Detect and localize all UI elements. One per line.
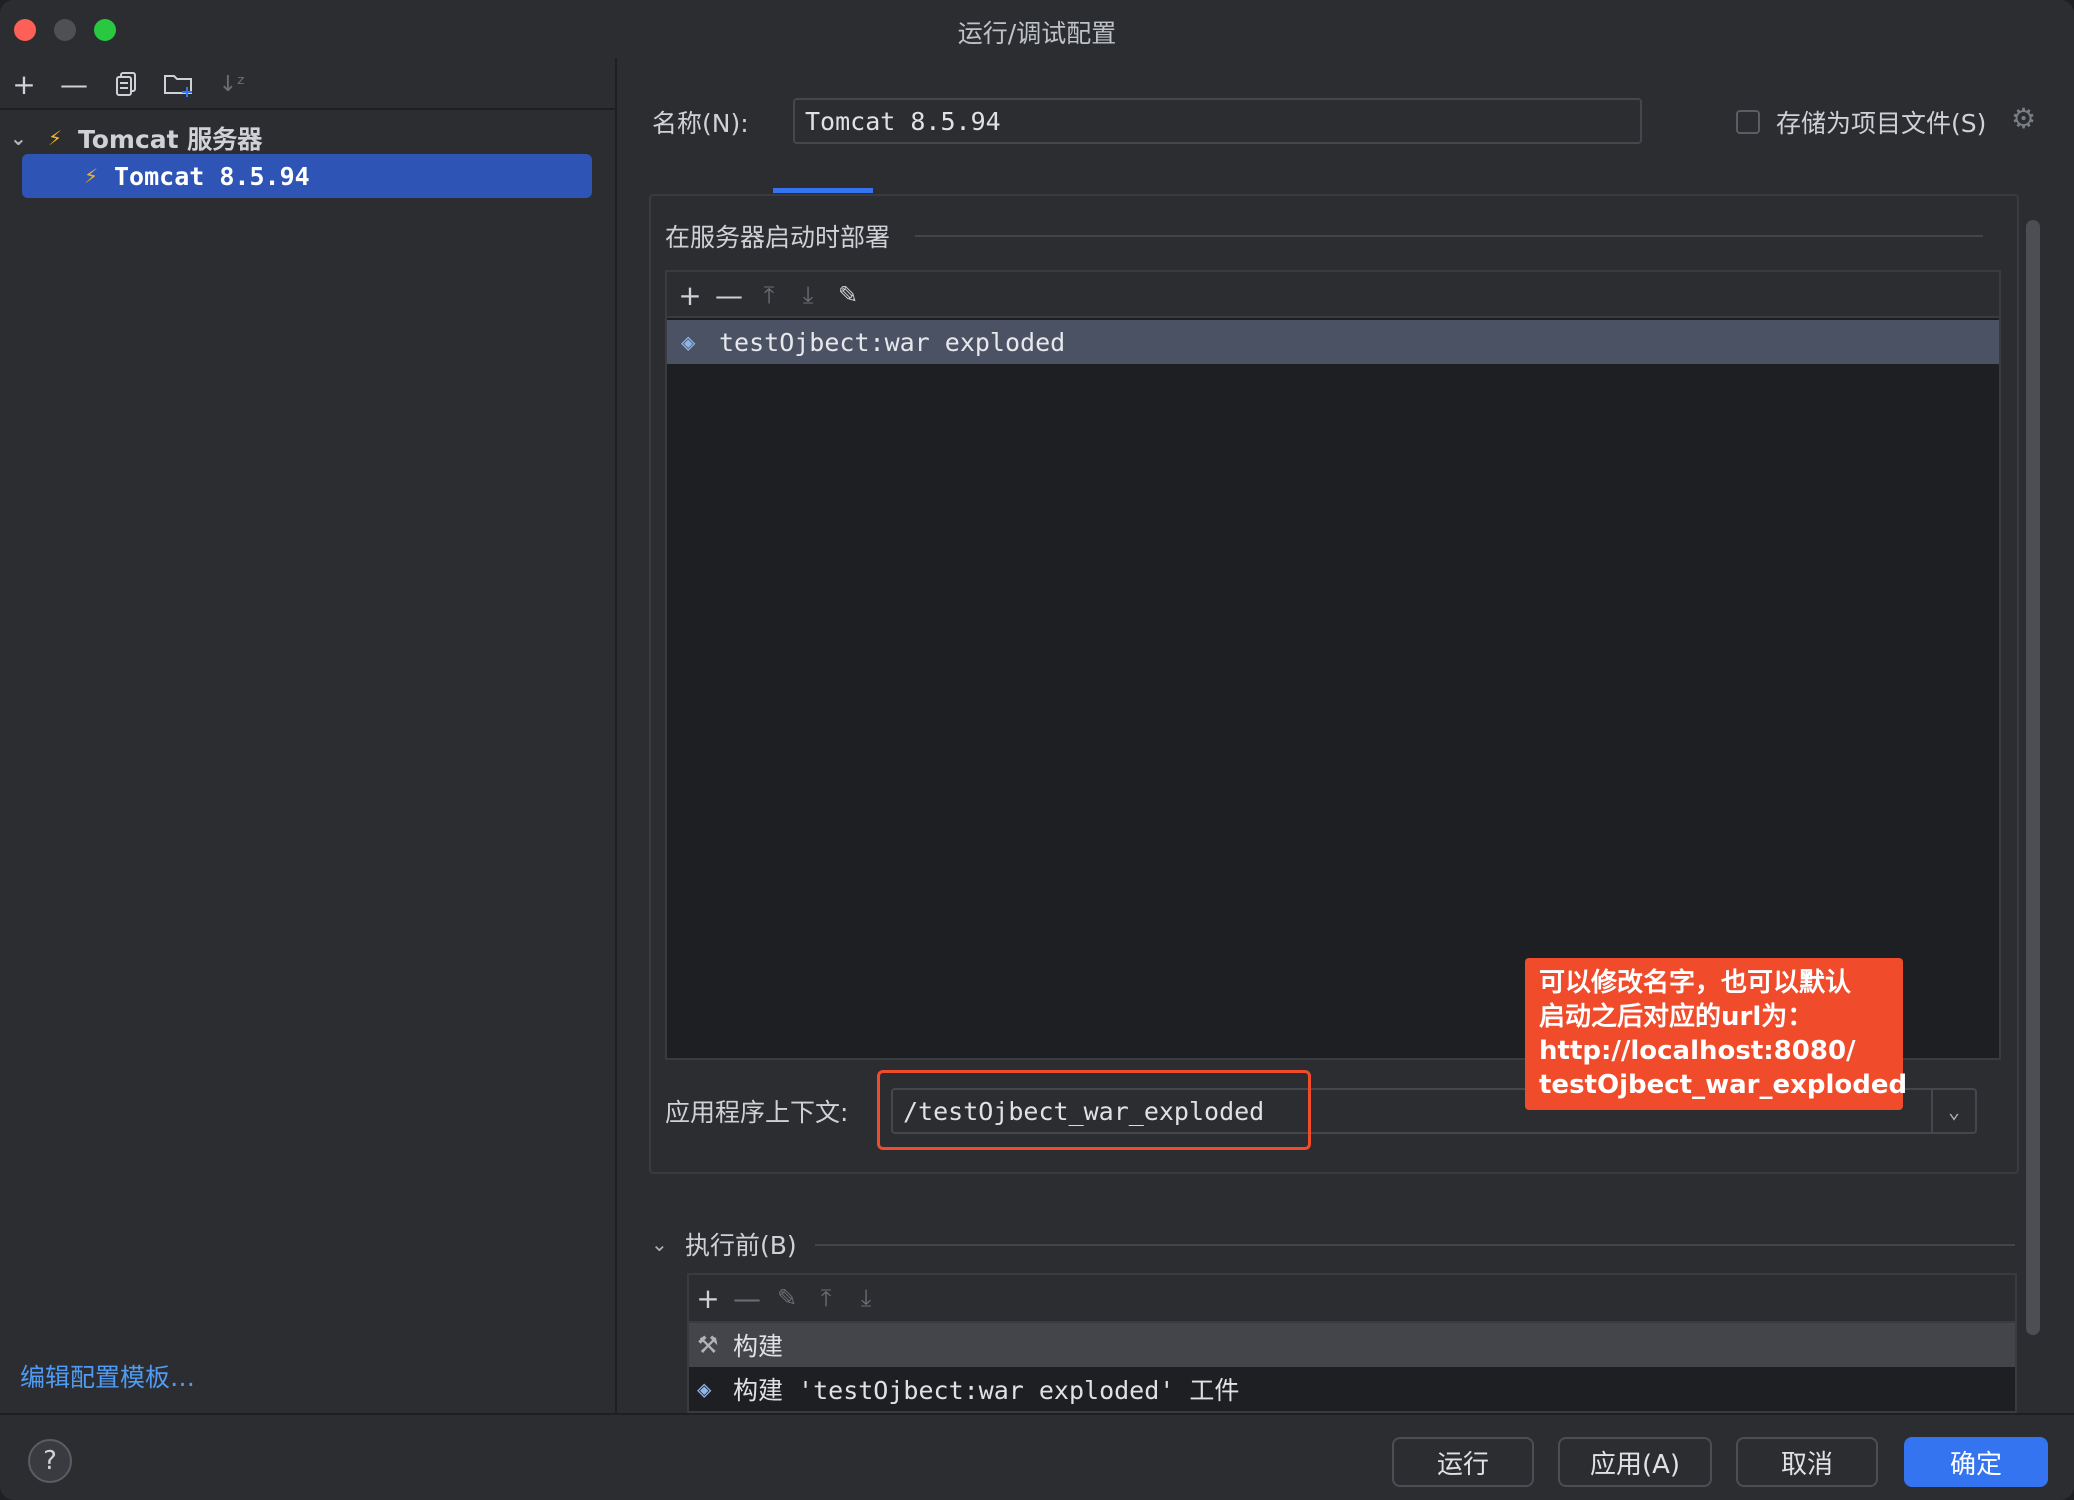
config-tree-toolbar: + — ↓ᶻ — [0, 58, 617, 110]
callout-line: 启动之后对应的url为： — [1539, 1002, 1814, 1032]
annotation-highlight-box — [877, 1070, 1311, 1150]
window-title: 运行/调试配置 — [957, 19, 1117, 48]
sort-icon[interactable]: ↓ᶻ — [216, 68, 248, 100]
dialog-button-bar: ? 运行 应用(A) 取消 确定 — [0, 1413, 2074, 1500]
tree-item-label: Tomcat 8.5.94 — [114, 161, 310, 191]
move-up-icon[interactable]: ⤒ — [752, 278, 786, 312]
vertical-scrollbar[interactable] — [2026, 220, 2040, 1335]
config-detail-panel: 名称(N): Tomcat 8.5.94 存储为项目文件(S) ⚙ 在服务器启动… — [619, 58, 2074, 1413]
build-hammer-icon: ⚒ — [697, 1331, 719, 1359]
move-down-icon[interactable]: ⤓ — [849, 1281, 883, 1315]
copy-icon[interactable] — [111, 68, 143, 100]
cancel-button[interactable]: 取消 — [1736, 1437, 1878, 1487]
deployment-artifact-label: testOjbect:war exploded — [719, 327, 1066, 357]
chevron-down-icon[interactable]: ⌄ — [10, 126, 32, 150]
before-launch-header[interactable]: ⌄ 执行前(B) — [651, 1226, 797, 1262]
config-tree-panel: + — ↓ᶻ ⌄ ⚡ Tomcat 服务器 ⚡ Tomcat 8.5.94 编辑… — [0, 58, 617, 1413]
remove-icon[interactable]: — — [730, 1281, 764, 1315]
edit-templates-link[interactable]: 编辑配置模板… — [20, 1358, 195, 1394]
tree-group-tomcat[interactable]: ⌄ ⚡ Tomcat 服务器 — [10, 118, 262, 158]
before-launch-list: + — ✎ ⤒ ⤓ ⚒ 构建 ◈ 构建 'testOjbect:war expl… — [687, 1273, 2017, 1413]
add-icon[interactable]: + — [691, 1281, 725, 1315]
ok-button[interactable]: 确定 — [1904, 1437, 2048, 1487]
add-icon[interactable]: + — [673, 278, 707, 312]
deploy-section-title: 在服务器启动时部署 — [665, 223, 891, 252]
section-divider — [815, 1244, 2015, 1246]
run-debug-config-window: 运行/调试配置 + — ↓ᶻ ⌄ ⚡ Tomcat 服务器 ⚡ Tomcat 8… — [0, 0, 2074, 1500]
callout-line: http://localhost:8080/ — [1539, 1036, 1856, 1066]
remove-icon[interactable]: — — [58, 68, 90, 101]
store-as-project-file-label: 存储为项目文件(S) — [1776, 109, 1987, 138]
remove-icon[interactable]: — — [712, 278, 746, 312]
tree-item-tomcat-config[interactable]: ⚡ Tomcat 8.5.94 — [22, 154, 592, 198]
task-label: 构建 'testOjbect:war exploded' 工件 — [733, 1376, 1240, 1405]
before-launch-title: 执行前(B) — [685, 1231, 797, 1260]
before-launch-toolbar: + — ✎ ⤒ ⤓ — [689, 1275, 2015, 1323]
chevron-down-icon[interactable]: ⌄ — [1931, 1090, 1975, 1132]
section-divider — [915, 235, 1983, 237]
tree-group-label: Tomcat 服务器 — [78, 125, 263, 154]
new-folder-icon[interactable] — [163, 68, 195, 100]
move-down-icon[interactable]: ⤓ — [791, 278, 825, 312]
callout-line: 可以修改名字，也可以默认 — [1539, 968, 1852, 998]
run-button[interactable]: 运行 — [1392, 1437, 1534, 1487]
apply-button[interactable]: 应用(A) — [1558, 1437, 1712, 1487]
callout-line: testOjbect_war_exploded — [1539, 1070, 1908, 1100]
chevron-down-icon[interactable]: ⌄ — [651, 1232, 673, 1256]
help-button[interactable]: ? — [28, 1439, 72, 1483]
deployment-list: + — ⤒ ⤓ ✎ ◈ testOjbect:war exploded — [665, 270, 2001, 1060]
name-label: 名称(N): — [652, 109, 749, 138]
tomcat-icon: ⚡ — [84, 164, 99, 188]
deployment-toolbar: + — ⤒ ⤓ ✎ — [667, 272, 1999, 318]
store-as-project-file-checkbox[interactable] — [1736, 110, 1760, 134]
web-artifact-icon: ◈ — [697, 1375, 712, 1403]
annotation-callout: 可以修改名字，也可以默认 启动之后对应的url为： http://localho… — [1525, 958, 1908, 1110]
name-field[interactable]: Tomcat 8.5.94 — [793, 98, 1642, 144]
edit-pencil-icon[interactable]: ✎ — [770, 1281, 804, 1315]
gear-icon[interactable]: ⚙ — [2011, 102, 2036, 135]
task-label: 构建 — [733, 1332, 784, 1361]
title-bar: 运行/调试配置 — [0, 0, 2074, 58]
move-up-icon[interactable]: ⤒ — [809, 1281, 843, 1315]
active-tab-indicator — [773, 188, 873, 193]
before-launch-task-row[interactable]: ⚒ 构建 — [689, 1323, 2015, 1367]
context-label: 应用程序上下文: — [665, 1098, 849, 1127]
deployment-artifact-row[interactable]: ◈ testOjbect:war exploded — [667, 320, 1999, 364]
tomcat-icon: ⚡ — [48, 126, 63, 150]
before-launch-task-row[interactable]: ◈ 构建 'testOjbect:war exploded' 工件 — [689, 1367, 2015, 1411]
web-artifact-icon: ◈ — [681, 328, 696, 356]
edit-pencil-icon[interactable]: ✎ — [831, 278, 865, 312]
add-icon[interactable]: + — [8, 68, 40, 101]
